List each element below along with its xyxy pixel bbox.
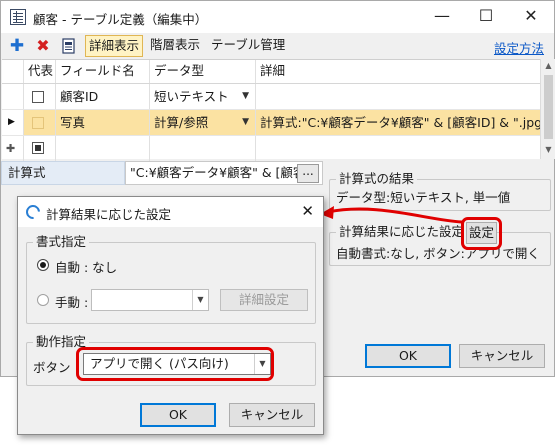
table-row-new[interactable]: ✚ — [2, 136, 540, 162]
primary-cell — [24, 136, 56, 162]
result-group-caption: 計算式の結果 — [336, 171, 418, 187]
table-row[interactable]: 顧客ID 短いテキスト ▼ — [2, 84, 540, 110]
minimize-button[interactable]: — — [419, 1, 465, 33]
settings-button-highlight — [461, 217, 502, 250]
chevron-down-icon[interactable]: ▼ — [192, 290, 208, 310]
detail-settings-button[interactable]: 詳細設定 — [220, 289, 308, 311]
detail-cell[interactable] — [256, 136, 540, 162]
grid-scrollbar[interactable]: ▲ ▼ — [540, 59, 555, 159]
row-marker-cell: ▶ — [2, 110, 24, 135]
primary-cell — [24, 84, 56, 109]
column-header-data-type[interactable]: データ型 — [150, 60, 256, 83]
scroll-up-icon[interactable]: ▲ — [541, 61, 555, 70]
detail-cell[interactable] — [256, 84, 540, 109]
data-type-cell[interactable]: 計算/参照 ▼ — [150, 110, 256, 135]
toolbar: ✚ ✖ 詳細表示 階層表示 テーブル管理 設定方法 — [1, 33, 554, 59]
row-marker-cell: ✚ — [2, 136, 24, 162]
formula-label: 計算式 — [1, 161, 125, 185]
current-row-marker-icon: ▶ — [8, 117, 15, 127]
auto-label: 自動 : なし — [55, 260, 118, 275]
column-header-primary[interactable]: 代表 — [24, 60, 56, 83]
scroll-down-icon[interactable]: ▼ — [541, 145, 555, 154]
auto-radio[interactable] — [37, 259, 49, 271]
delete-field-icon[interactable]: ✖ — [33, 36, 53, 56]
data-type-value: 計算/参照 — [154, 115, 209, 130]
primary-checkbox[interactable] — [32, 117, 44, 129]
help-link[interactable]: 設定方法 — [494, 38, 544, 57]
tab-table-management[interactable]: テーブル管理 — [208, 35, 288, 57]
chevron-down-icon[interactable]: ▼ — [242, 84, 249, 109]
formula-builder-button[interactable]: ... — [297, 164, 319, 183]
window-title: 顧客 - テーブル定義（編集中） — [33, 12, 208, 27]
column-header-field-name[interactable]: フィールド名 — [56, 60, 150, 83]
data-type-cell[interactable] — [150, 136, 256, 162]
table-row[interactable]: ▶ 写真 計算/参照 ▼ 計算式:"C:¥顧客データ¥顧客" & [顧客ID] … — [2, 110, 540, 136]
refresh-icon — [23, 202, 43, 222]
manual-label: 手動 : — [55, 295, 89, 310]
dialog-ok-button[interactable]: OK — [140, 403, 216, 427]
add-field-icon[interactable]: ✚ — [7, 36, 27, 56]
manual-format-select[interactable]: ▼ — [91, 289, 209, 311]
formula-input[interactable]: "C:¥顧客データ¥顧客" & [顧客ID — [125, 161, 323, 185]
data-type-cell[interactable]: 短いテキスト ▼ — [150, 84, 256, 109]
calc-result-settings-dialog: 計算結果に応じた設定 ✕ 書式指定 自動 : なし 手動 : ▼ 詳細設定 動作… — [17, 196, 324, 435]
dialog-close-icon[interactable]: ✕ — [301, 202, 314, 220]
dialog-title: 計算結果に応じた設定 — [46, 207, 172, 222]
new-row-marker-icon: ✚ — [6, 142, 16, 155]
title-bar: 顧客 - テーブル定義（編集中） — ☐ ✕ — [1, 1, 554, 33]
format-group: 書式指定 自動 : なし 手動 : ▼ 詳細設定 — [26, 234, 316, 324]
dialog-cancel-button[interactable]: キャンセル — [229, 403, 315, 427]
row-header-corner — [2, 60, 24, 83]
dialog-title-bar: 計算結果に応じた設定 ✕ — [18, 197, 323, 227]
chevron-down-icon[interactable]: ▼ — [242, 110, 249, 135]
cancel-button[interactable]: キャンセル — [459, 344, 545, 368]
close-button[interactable]: ✕ — [508, 1, 554, 33]
scrollbar-thumb[interactable] — [544, 75, 553, 139]
column-header-detail[interactable]: 詳細 — [256, 60, 540, 83]
button-label: ボタン — [33, 360, 71, 375]
data-type-value: 短いテキスト — [154, 89, 229, 104]
table-app-icon — [10, 9, 26, 25]
button-action-highlight — [76, 347, 274, 381]
primary-cell — [24, 110, 56, 135]
properties-icon[interactable] — [59, 36, 79, 56]
grid-header: 代表 フィールド名 データ型 詳細 — [2, 60, 540, 84]
tab-detail-view[interactable]: 詳細表示 — [85, 35, 144, 57]
manual-radio[interactable] — [37, 294, 49, 306]
field-name-cell[interactable]: 顧客ID — [56, 84, 150, 109]
primary-checkbox[interactable] — [32, 91, 44, 103]
ok-button[interactable]: OK — [365, 344, 451, 368]
primary-checkbox[interactable] — [32, 142, 44, 154]
maximize-button[interactable]: ☐ — [463, 1, 509, 33]
detail-cell[interactable]: 計算式:"C:¥顧客データ¥顧客" & [顧客ID] & ".jpg — [256, 110, 540, 135]
callout-arrow — [320, 206, 463, 224]
format-group-caption: 書式指定 — [33, 234, 90, 250]
field-name-cell[interactable]: 写真 — [56, 110, 150, 135]
row-marker — [2, 84, 24, 109]
field-name-cell[interactable] — [56, 136, 150, 162]
tab-hierarchy-view[interactable]: 階層表示 — [147, 35, 203, 57]
field-grid: 代表 フィールド名 データ型 詳細 顧客ID 短いテキスト ▼ ▶ 写真 計算/… — [2, 59, 540, 162]
